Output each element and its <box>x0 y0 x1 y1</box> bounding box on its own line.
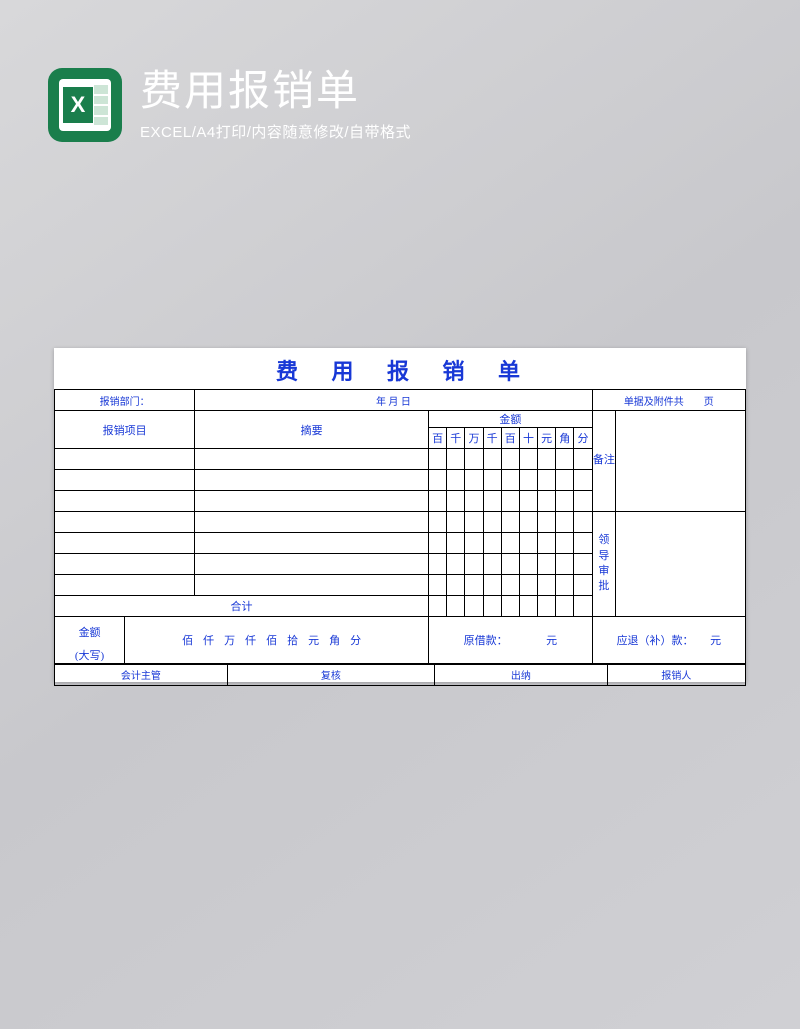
sig-accountant: 会计主管 <box>55 664 228 685</box>
sig-review: 复核 <box>227 664 434 685</box>
template-title: 费用报销单 <box>140 68 411 114</box>
sig-cashier: 出纳 <box>435 664 608 685</box>
remark-label: 备注 <box>592 411 615 512</box>
digit-h: 千 <box>483 428 501 449</box>
remark-cell <box>616 411 746 512</box>
approval-label: 领导审批 <box>592 512 615 617</box>
header-row: 报销部门： 年 月 日 单据及附件共 页 <box>55 390 746 411</box>
expense-form-table: 报销部门： 年 月 日 单据及附件共 页 报销项目 摘要 金额 备注 百 千 万… <box>54 389 746 664</box>
attachment-label: 单据及附件共 页 <box>592 390 745 411</box>
template-header: X 费用报销单 EXCEL/A4打印/内容随意修改/自带格式 <box>48 68 411 142</box>
col-summary-header: 摘要 <box>195 411 429 449</box>
digit-h: 分 <box>574 428 592 449</box>
amount-label-1: 金额 <box>55 617 125 647</box>
data-row: 领导审批 <box>55 512 746 533</box>
excel-icon: X <box>48 68 122 142</box>
date-label: 年 月 日 <box>195 390 592 411</box>
digit-h: 角 <box>556 428 574 449</box>
approval-cell <box>616 512 746 617</box>
amount-words-row: 金额 佰仟万仟佰拾元角分 原借款： 元 应退（补）款： 元 <box>55 617 746 647</box>
template-subtitle: EXCEL/A4打印/内容随意修改/自带格式 <box>140 121 411 142</box>
digit-h: 万 <box>465 428 483 449</box>
big-units-cell: 佰仟万仟佰拾元角分 <box>125 617 429 664</box>
col-amount-header: 金额 <box>429 411 593 428</box>
digit-h: 千 <box>447 428 465 449</box>
col-item-header: 报销项目 <box>55 411 195 449</box>
refund-cell: 应退（补）款： 元 <box>592 617 745 664</box>
digit-h: 百 <box>429 428 447 449</box>
digit-h: 元 <box>538 428 556 449</box>
dept-label: 报销部门： <box>55 390 195 411</box>
expense-form-document: 费 用 报 销 单 报销部门： 年 月 日 单据及附件共 页 报销项目 摘要 金… <box>54 348 746 682</box>
column-header-row-1: 报销项目 摘要 金额 备注 <box>55 411 746 428</box>
digit-h: 十 <box>519 428 537 449</box>
amount-label-2: (大写) <box>55 647 125 664</box>
sig-claimant: 报销人 <box>607 664 745 685</box>
digit-h: 百 <box>501 428 519 449</box>
loan-cell: 原借款： 元 <box>429 617 593 664</box>
form-title: 费 用 报 销 单 <box>54 348 746 389</box>
signature-row: 会计主管 复核 出纳 报销人 <box>54 664 746 686</box>
total-label: 合计 <box>55 596 429 617</box>
